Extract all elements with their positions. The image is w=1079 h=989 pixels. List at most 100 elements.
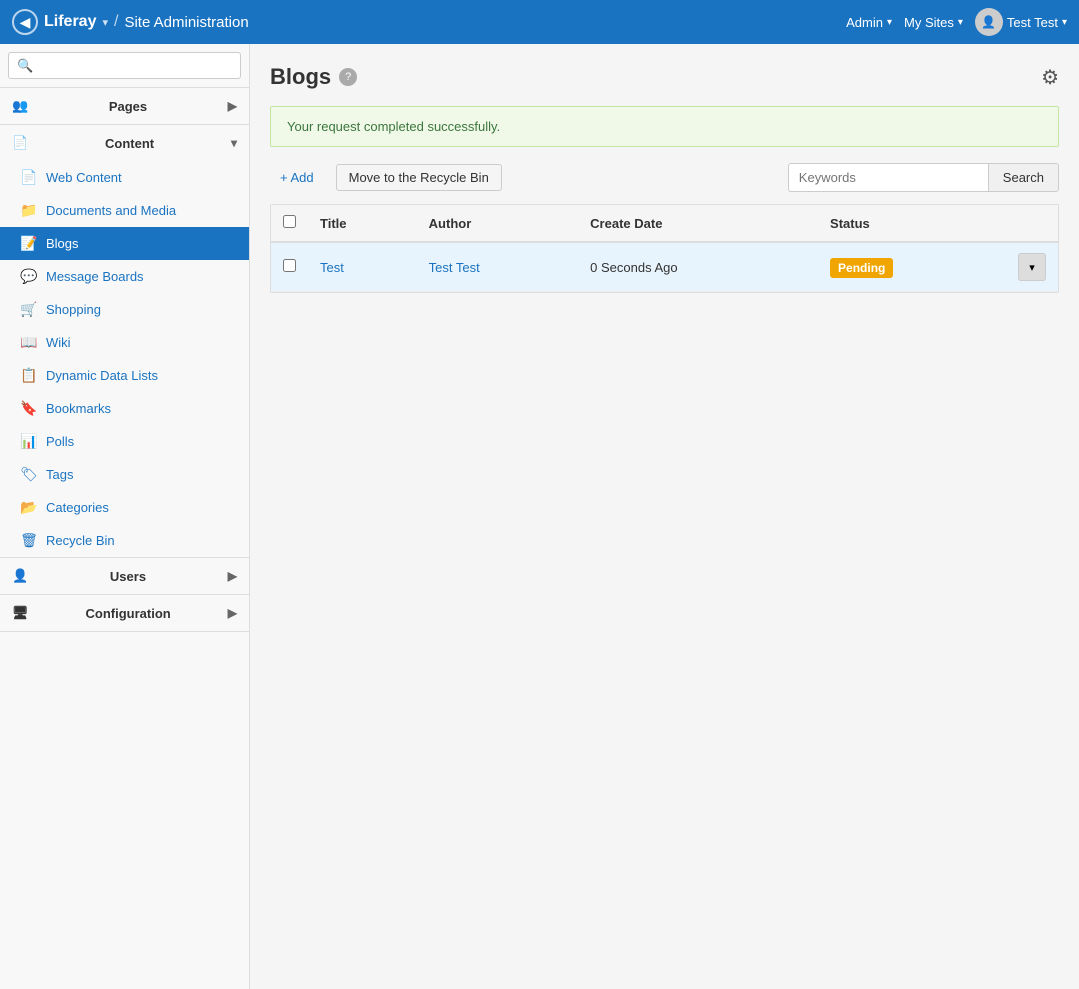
main-content: Blogs ? ⚙ Your request completed success… [250,44,1079,989]
admin-label: Admin [846,15,883,30]
sidebar-item-wiki[interactable]: 📖 Wiki [0,326,249,359]
sidebar-item-blogs[interactable]: 📝 Blogs [0,227,249,260]
blogs-table: Title Author Create Date Status Test [270,204,1059,293]
sidebar-item-tags[interactable]: 🏷 Tags [0,458,249,491]
recycle-bin-icon: 🗑 [20,532,38,549]
configuration-label: Configuration [86,606,171,621]
navbar-left: ◀ Liferay ▾ / Site Administration [12,9,838,35]
row-create-date: 0 Seconds Ago [590,260,677,275]
title-column-header[interactable]: Title [308,205,417,242]
navbar-separator: / [114,13,118,31]
search-button[interactable]: Search [988,163,1059,192]
create-date-column-header[interactable]: Create Date [578,205,818,242]
pages-label: Pages [109,99,147,114]
user-label: Test Test [1007,15,1058,30]
sidebar-search-input[interactable] [8,52,241,79]
sidebar-section-content: 📄 Content ▾ 📄 Web Content 📁 Documents an… [0,125,249,558]
sidebar-item-label: Wiki [46,335,71,350]
content-label: Content [105,136,154,151]
my-sites-label: My Sites [904,15,954,30]
sidebar-configuration-header[interactable]: 🖥 Configuration ▶ [0,595,249,631]
sidebar-item-polls[interactable]: 📊 Polls [0,425,249,458]
sidebar-item-label: Categories [46,500,109,515]
bookmarks-icon: 🔖 [20,400,38,417]
layout: 👥 Pages ▶ 📄 Content ▾ 📄 Web Content 📁 Do… [0,44,1079,989]
brand-dropdown[interactable]: ▾ [102,16,108,29]
search-bar: Search [788,163,1059,192]
status-column-header[interactable]: Status [818,205,1006,242]
sidebar-item-shopping[interactable]: 🛒 Shopping [0,293,249,326]
sidebar-pages-header[interactable]: 👥 Pages ▶ [0,88,249,124]
pages-arrow: ▶ [228,99,237,113]
sidebar-item-label: Bookmarks [46,401,111,416]
sidebar-item-label: Message Boards [46,269,144,284]
admin-caret: ▾ [887,17,892,28]
users-label: Users [110,569,146,584]
users-arrow: ▶ [228,569,237,583]
user-menu[interactable]: 👤 Test Test ▾ [975,8,1067,36]
navbar: ◀ Liferay ▾ / Site Administration Admin … [0,0,1079,44]
toolbar: + Add Move to the Recycle Bin Search [270,163,1059,192]
help-icon[interactable]: ? [339,68,357,86]
sidebar-section-pages: 👥 Pages ▶ [0,88,249,125]
message-boards-icon: 💬 [20,268,38,285]
row-title-link[interactable]: Test [320,260,344,275]
select-all-header [271,205,308,242]
sidebar-item-dynamic-data-lists[interactable]: 📋 Dynamic Data Lists [0,359,249,392]
site-administration-title: Site Administration [124,14,248,31]
pages-icon: 👥 [12,98,28,114]
dynamic-data-icon: 📋 [20,367,38,384]
row-author-link[interactable]: Test Test [429,260,480,275]
sidebar-item-label: Blogs [46,236,79,251]
sidebar: 👥 Pages ▶ 📄 Content ▾ 📄 Web Content 📁 Do… [0,44,250,989]
sidebar-item-documents-and-media[interactable]: 📁 Documents and Media [0,194,249,227]
row-author-cell: Test Test [417,242,579,292]
user-caret: ▾ [1062,17,1067,28]
success-alert: Your request completed successfully. [270,106,1059,147]
categories-icon: 📂 [20,499,38,516]
shopping-icon: 🛒 [20,301,38,318]
page-title-wrap: Blogs ? [270,64,357,90]
configuration-icon: 🖥 [12,605,29,621]
table-header-row: Title Author Create Date Status [271,205,1058,242]
sidebar-item-label: Polls [46,434,74,449]
sidebar-item-bookmarks[interactable]: 🔖 Bookmarks [0,392,249,425]
sidebar-section-users: 👤 Users ▶ [0,558,249,595]
sidebar-item-label: Shopping [46,302,101,317]
sidebar-item-web-content[interactable]: 📄 Web Content [0,161,249,194]
sidebar-item-recycle-bin[interactable]: 🗑 Recycle Bin [0,524,249,557]
add-button[interactable]: + Add [270,164,324,191]
web-content-icon: 📄 [20,169,38,186]
content-icon: 📄 [12,135,28,151]
select-all-checkbox[interactable] [283,215,296,228]
brand-logo[interactable]: Liferay [44,13,96,31]
avatar: 👤 [975,8,1003,36]
page-title: Blogs [270,64,331,90]
my-sites-menu[interactable]: My Sites ▾ [904,15,963,30]
tags-icon: 🏷 [20,466,38,483]
sidebar-content-header[interactable]: 📄 Content ▾ [0,125,249,161]
settings-gear-icon[interactable]: ⚙ [1041,65,1059,90]
polls-icon: 📊 [20,433,38,450]
row-checkbox[interactable] [283,259,296,272]
sidebar-section-configuration: 🖥 Configuration ▶ [0,595,249,632]
author-column-header[interactable]: Author [417,205,579,242]
sidebar-users-header[interactable]: 👤 Users ▶ [0,558,249,594]
sidebar-item-label: Recycle Bin [46,533,115,548]
row-action-button[interactable]: ▾ [1018,253,1046,281]
row-actions-cell: ▾ [1006,242,1058,292]
configuration-arrow: ▶ [228,606,237,620]
page-header: Blogs ? ⚙ [270,64,1059,90]
sidebar-item-categories[interactable]: 📂 Categories [0,491,249,524]
back-button[interactable]: ◀ [12,9,38,35]
row-status-cell: Pending [818,242,1006,292]
sidebar-item-label: Documents and Media [46,203,176,218]
admin-menu[interactable]: Admin ▾ [846,15,892,30]
keywords-input[interactable] [788,163,988,192]
blogs-icon: 📝 [20,235,38,252]
actions-column-header [1006,205,1058,242]
status-badge: Pending [830,258,893,278]
sidebar-item-message-boards[interactable]: 💬 Message Boards [0,260,249,293]
sidebar-item-label: Dynamic Data Lists [46,368,158,383]
move-to-recycle-bin-button[interactable]: Move to the Recycle Bin [336,164,502,191]
